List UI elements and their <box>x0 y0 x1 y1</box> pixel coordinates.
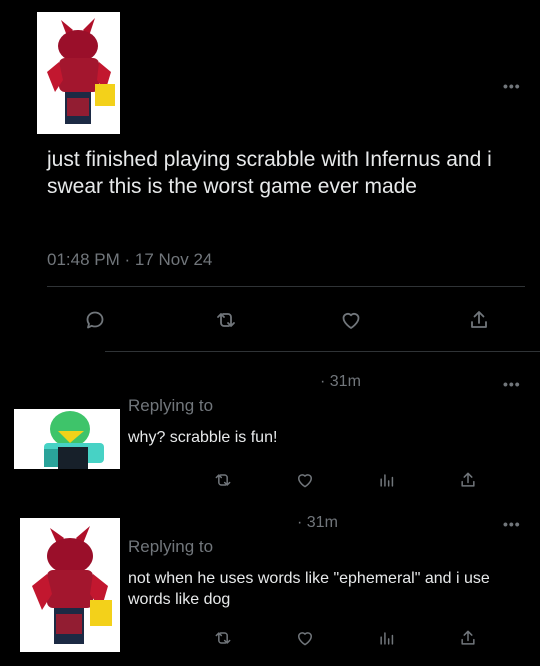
reply-1-time: · 31m <box>320 373 361 390</box>
like-icon <box>298 632 312 646</box>
reply-1-text: why? scrabble is fun! <box>128 429 278 446</box>
retweet-button[interactable] <box>212 306 240 334</box>
like-icon <box>298 474 312 488</box>
share-button[interactable] <box>465 306 493 334</box>
post-more-options-button[interactable]: ••• <box>503 78 521 94</box>
post-text: just finished playing scrabble with Infe… <box>47 148 492 198</box>
retweet-icon <box>215 632 231 644</box>
retweet-icon <box>215 474 231 486</box>
red-horned-avatar-image <box>37 12 120 134</box>
reply-2-time: · 31m <box>297 514 338 531</box>
reply-2-analytics-button[interactable] <box>373 624 401 652</box>
reply-2-share-button[interactable] <box>454 624 482 652</box>
reply-2-like-button[interactable] <box>291 624 319 652</box>
reply-1-avatar[interactable] <box>14 409 120 469</box>
reply-1-like-button[interactable] <box>291 466 319 494</box>
reply-1-replying-to[interactable]: Replying to <box>128 396 213 416</box>
author-avatar[interactable] <box>37 12 120 134</box>
reply-1-retweet-button[interactable] <box>209 466 237 494</box>
share-icon <box>471 311 487 328</box>
retweet-icon <box>217 313 235 327</box>
like-icon <box>342 312 360 329</box>
red-horned-avatar-image <box>20 518 120 652</box>
like-button[interactable] <box>337 306 365 334</box>
analytics-icon <box>380 474 394 487</box>
share-icon <box>461 630 475 645</box>
reply-2-text: not when he uses words like "ephemeral" … <box>128 570 490 608</box>
green-hair-avatar-image <box>14 409 120 469</box>
reply-2-more-options-button[interactable]: ••• <box>503 516 521 532</box>
reply-1-share-button[interactable] <box>454 466 482 494</box>
section-divider <box>105 351 540 352</box>
post-divider <box>47 286 525 287</box>
reply-1-more-options-button[interactable]: ••• <box>503 376 521 392</box>
share-icon <box>461 472 475 487</box>
reply-2-avatar[interactable] <box>20 518 120 652</box>
reply-2-replying-to[interactable]: Replying to <box>128 537 213 557</box>
analytics-icon <box>380 632 394 645</box>
reply-button[interactable] <box>81 306 109 334</box>
reply-1-analytics-button[interactable] <box>373 466 401 494</box>
reply-icon <box>86 311 104 329</box>
reply-2-retweet-button[interactable] <box>209 624 237 652</box>
post-timestamp[interactable]: 01:48 PM · 17 Nov 24 <box>47 250 212 270</box>
